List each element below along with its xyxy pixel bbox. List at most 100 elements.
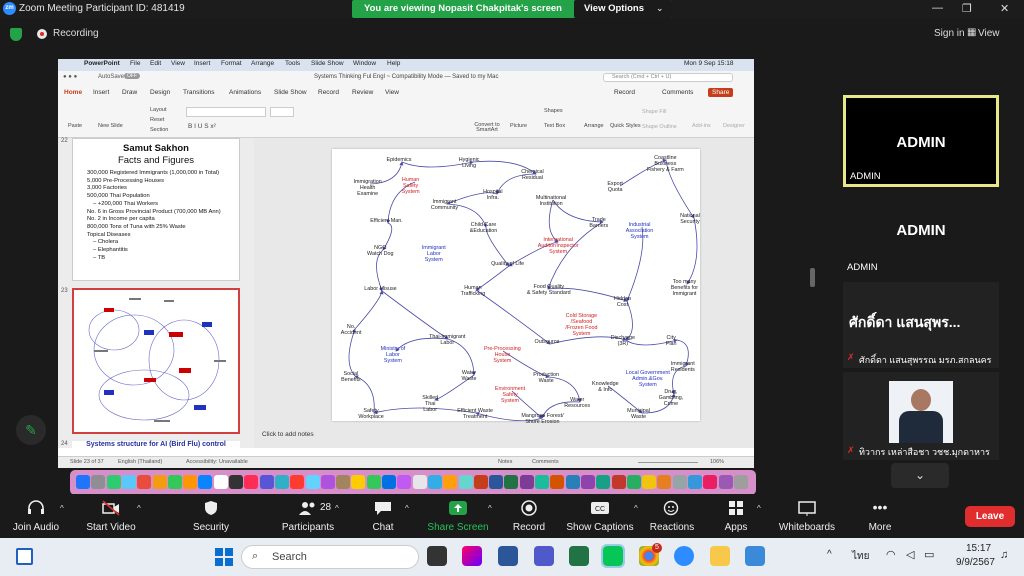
dock-app-icon[interactable] xyxy=(137,475,152,489)
dock-app-icon[interactable] xyxy=(198,475,213,489)
apps-caret-icon[interactable]: ^ xyxy=(757,504,761,513)
dock-app-icon[interactable] xyxy=(320,475,335,489)
comments-button[interactable]: Comments xyxy=(532,459,559,465)
menu-arrange[interactable]: Arrange xyxy=(251,60,274,67)
layout-button[interactable]: Layout xyxy=(150,107,167,113)
dock-app-icon[interactable] xyxy=(152,475,167,489)
menu-view[interactable]: View xyxy=(171,60,185,67)
wifi-icon[interactable]: ◠ xyxy=(886,548,896,561)
participant-tile-4[interactable]: ✗ ทิวากร เหล่าสือชา วชช.มุกดาหาร xyxy=(843,372,999,460)
slide-thumb-22[interactable]: Samut Sakhon Facts and Figures 300,000 R… xyxy=(72,138,240,281)
dock-app-icon[interactable] xyxy=(351,475,366,489)
designer-button[interactable]: Designer xyxy=(723,123,745,129)
convert-smartart-button[interactable]: Convert to SmartArt xyxy=(470,122,504,133)
tab-slideshow[interactable]: Slide Show xyxy=(274,89,307,96)
copilot-icon[interactable] xyxy=(462,546,482,566)
join-audio-caret-icon[interactable]: ^ xyxy=(60,504,64,513)
dock-app-icon[interactable] xyxy=(213,475,228,489)
dock-app-icon[interactable] xyxy=(733,475,748,489)
menu-help[interactable]: Help xyxy=(387,60,400,67)
menu-format[interactable]: Format xyxy=(221,60,242,67)
teams-icon[interactable] xyxy=(534,546,554,566)
tab-home[interactable]: Home xyxy=(64,89,82,96)
ribbon-share-button[interactable]: Share xyxy=(708,88,734,97)
word-icon[interactable] xyxy=(498,546,518,566)
file-explorer-icon[interactable] xyxy=(710,546,730,566)
dock-app-icon[interactable] xyxy=(473,475,488,489)
shape-outline-button[interactable]: Shape Outline xyxy=(642,124,677,130)
dock-app-icon[interactable] xyxy=(642,475,657,489)
leave-button[interactable]: Leave xyxy=(965,506,1015,527)
slide-thumb-24[interactable]: Systems structure for AI (Bird Flu) cont… xyxy=(72,441,240,451)
widgets-icon[interactable] xyxy=(16,548,33,565)
current-slide[interactable]: Epidemics Hygienic Living Chemical Residua… xyxy=(332,149,700,425)
minimize-icon[interactable]: — xyxy=(932,2,943,14)
dock-app-icon[interactable] xyxy=(550,475,565,489)
dock-app-icon[interactable] xyxy=(596,475,611,489)
dock-app-icon[interactable] xyxy=(703,475,718,489)
sign-in-link[interactable]: Sign in xyxy=(934,28,965,39)
ribbon-record-button[interactable]: Record xyxy=(614,89,635,96)
show-captions-button[interactable]: CC Show Captions xyxy=(560,494,640,538)
dock-app-icon[interactable] xyxy=(672,475,687,489)
dock-app-icon[interactable] xyxy=(167,475,182,489)
dock-app-icon[interactable] xyxy=(366,475,381,489)
shape-fill-button[interactable]: Shape Fill xyxy=(642,109,666,115)
record-button[interactable]: Record xyxy=(489,494,569,538)
window-controls[interactable]: ● ● ● xyxy=(63,74,77,80)
restore-icon[interactable]: ❐ xyxy=(962,2,972,15)
more-button[interactable]: ••• More xyxy=(840,494,920,538)
zoom-slider[interactable] xyxy=(638,462,698,463)
share-screen-button[interactable]: Share Screen xyxy=(418,494,498,538)
new-slide-button[interactable]: New Slide xyxy=(98,123,123,129)
addins-button[interactable]: Add-ins xyxy=(692,123,711,129)
join-audio-button[interactable]: Join Audio xyxy=(0,494,76,538)
photos-icon[interactable] xyxy=(745,546,765,566)
dock-app-icon[interactable] xyxy=(121,475,136,489)
volume-icon[interactable]: ◁ xyxy=(906,548,914,561)
dock-app-icon[interactable] xyxy=(718,475,733,489)
dock-app-icon[interactable] xyxy=(412,475,427,489)
font-size-field[interactable] xyxy=(270,107,294,117)
scroll-down-button[interactable]: ⌄ xyxy=(891,463,949,488)
taskbar-date[interactable]: 9/9/2567 xyxy=(956,557,995,568)
participants-caret-icon[interactable]: ^ xyxy=(335,504,339,513)
tab-record[interactable]: Record xyxy=(318,89,339,96)
panel-resize-handle[interactable] xyxy=(810,268,815,287)
ribbon-comments-button[interactable]: Comments xyxy=(662,89,693,96)
menu-powerpoint[interactable]: PowerPoint xyxy=(84,60,120,67)
battery-icon[interactable]: ▭ xyxy=(924,548,934,561)
taskbar-search[interactable]: ⌕ Search xyxy=(241,545,419,569)
menu-insert[interactable]: Insert xyxy=(194,60,210,67)
slide-thumb-23[interactable] xyxy=(72,288,240,434)
tray-chevron-icon[interactable]: ^ xyxy=(827,549,832,560)
chat-button[interactable]: Chat xyxy=(343,494,423,538)
dock-app-icon[interactable] xyxy=(336,475,351,489)
tab-animations[interactable]: Animations xyxy=(229,89,261,96)
start-video-button[interactable]: Start Video xyxy=(71,494,151,538)
menu-edit[interactable]: Edit xyxy=(150,60,161,67)
dock-app-icon[interactable] xyxy=(657,475,672,489)
dock-app-icon[interactable] xyxy=(290,475,305,489)
notes-button[interactable]: Notes xyxy=(498,459,512,465)
dock-app-icon[interactable] xyxy=(91,475,106,489)
dock-app-icon[interactable] xyxy=(259,475,274,489)
line-icon[interactable] xyxy=(601,544,625,568)
tab-transitions[interactable]: Transitions xyxy=(183,89,215,96)
dock-app-icon[interactable] xyxy=(229,475,243,489)
menu-file[interactable]: File xyxy=(130,60,140,67)
notes-placeholder[interactable]: Click to add notes xyxy=(262,431,314,438)
dock-app-icon[interactable] xyxy=(244,475,259,489)
dock-app-icon[interactable] xyxy=(443,475,458,489)
tab-draw[interactable]: Draw xyxy=(122,89,137,96)
participant-tile-2[interactable]: ADMIN ADMIN xyxy=(843,192,999,275)
apps-button[interactable]: Apps xyxy=(696,494,776,538)
start-video-caret-icon[interactable]: ^ xyxy=(137,504,141,513)
tab-view[interactable]: View xyxy=(385,89,399,96)
dock-app-icon[interactable] xyxy=(580,475,595,489)
participants-button[interactable]: 28 Participants xyxy=(268,494,348,538)
menu-tools[interactable]: Tools xyxy=(285,60,300,67)
dock-app-icon[interactable] xyxy=(76,475,90,489)
font-name-field[interactable] xyxy=(186,107,266,117)
dock-app-icon[interactable] xyxy=(489,475,504,489)
